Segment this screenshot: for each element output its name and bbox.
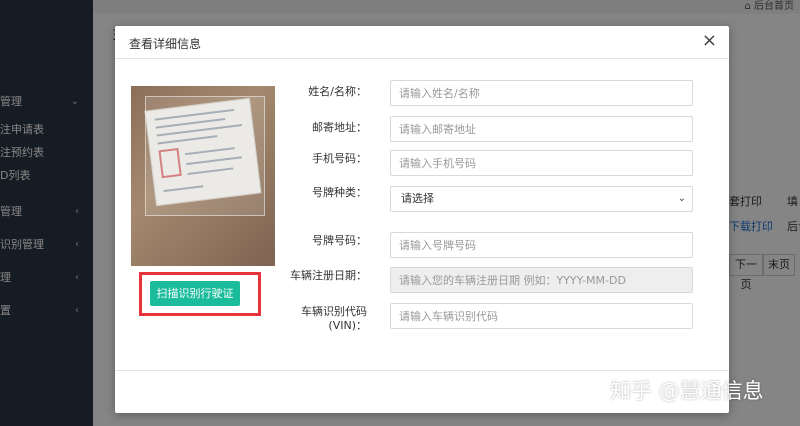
detail-modal: 查看详细信息 × 扫描识别行驶证 姓名/名称： 邮寄地址： 手机号码： 号牌种类… xyxy=(115,26,729,413)
register-date-label: 车辆注册日期： xyxy=(290,269,367,282)
modal-title: 查看详细信息 xyxy=(129,37,202,51)
phone-input[interactable] xyxy=(390,150,693,176)
chevron-down-icon: ⌄ xyxy=(677,193,686,204)
footer-divider xyxy=(115,370,729,371)
modal-header: 查看详细信息 × xyxy=(115,26,729,59)
phone-label: 手机号码： xyxy=(312,152,367,165)
vin-label: 车辆识别代码 xyxy=(301,305,367,318)
name-input[interactable] xyxy=(390,80,693,106)
plate-number-input[interactable] xyxy=(390,232,693,258)
plate-type-value: 请选择 xyxy=(401,192,434,205)
scan-license-button[interactable]: 扫描识别行驶证 xyxy=(150,281,240,306)
vin-input[interactable] xyxy=(390,303,693,329)
plate-number-label: 号牌号码： xyxy=(312,234,367,247)
address-input[interactable] xyxy=(390,116,693,142)
plate-type-label: 号牌种类： xyxy=(312,186,367,199)
vin-label-sub: (VIN)： xyxy=(328,319,367,332)
watermark: 知乎 @慧通信息 xyxy=(610,379,764,403)
address-label: 邮寄地址： xyxy=(312,121,367,134)
register-date-input[interactable] xyxy=(390,267,693,293)
close-icon[interactable]: × xyxy=(702,31,717,51)
plate-type-select[interactable]: 请选择 ⌄ xyxy=(390,186,693,212)
name-label: 姓名/名称： xyxy=(308,85,367,98)
